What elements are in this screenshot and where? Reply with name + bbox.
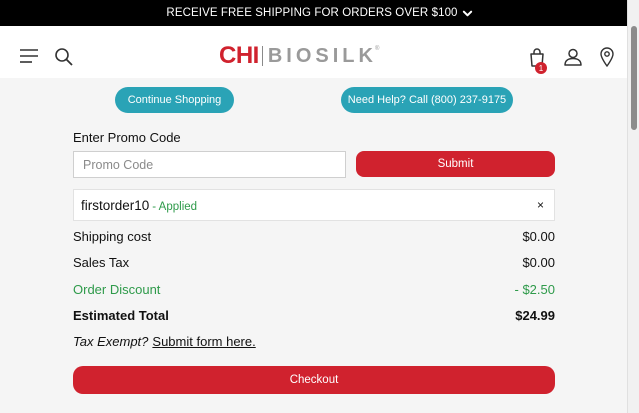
brand-logo[interactable]: CHI BIOSILK ®: [219, 42, 379, 70]
order-discount-value: - $2.50: [514, 282, 555, 297]
logo-reg-mark: ®: [374, 46, 380, 52]
search-icon: [55, 48, 73, 66]
search-button[interactable]: [54, 47, 74, 67]
continue-shopping-button[interactable]: Continue Shopping: [115, 87, 234, 113]
logo-divider: [261, 46, 263, 66]
shipping-cost-value: $0.00: [522, 229, 555, 244]
estimated-total-label: Estimated Total: [73, 308, 169, 323]
checkout-button[interactable]: Checkout: [73, 366, 555, 394]
sales-tax-label: Sales Tax: [73, 255, 130, 270]
promo-code-label: Enter Promo Code: [73, 130, 181, 145]
menu-icon: [20, 49, 38, 63]
scrollbar-thumb[interactable]: [631, 26, 637, 130]
chevron-down-icon: [462, 10, 472, 16]
cart-count-badge: 1: [535, 62, 547, 74]
applied-promo: firstorder10- Applied ×: [73, 189, 555, 221]
applied-status: - Applied: [152, 201, 198, 213]
promo-submit-button[interactable]: Submit: [356, 151, 555, 177]
logo-chi: CHI: [219, 42, 259, 69]
store-locator-button[interactable]: [600, 47, 614, 67]
remove-promo-close-icon[interactable]: ×: [537, 198, 544, 212]
order-discount-label: Order Discount: [73, 282, 161, 297]
promo-banner[interactable]: RECEIVE FREE SHIPPING FOR ORDERS OVER $1…: [0, 0, 639, 26]
promo-code-input[interactable]: [73, 151, 346, 178]
sales-tax-value: $0.00: [522, 255, 555, 270]
location-icon: [600, 47, 614, 67]
tax-exempt-prefix: Tax Exempt?: [73, 334, 149, 349]
applied-promo-code-line: firstorder10- Applied: [81, 198, 197, 213]
site-header: CHI BIOSILK ®: [0, 26, 627, 78]
banner-text: RECEIVE FREE SHIPPING FOR ORDERS OVER $1…: [166, 7, 458, 19]
tax-exempt-form-link[interactable]: Submit form here.: [152, 334, 255, 349]
need-help-button[interactable]: Need Help? Call (800) 237-9175: [341, 87, 513, 113]
tax-exempt-line: Tax Exempt? Submit form here.: [73, 334, 256, 349]
logo-biosilk: BIOSILK: [267, 44, 377, 67]
page-scrollbar[interactable]: [627, 0, 639, 413]
estimated-total-value: $24.99: [515, 308, 555, 323]
account-button[interactable]: [563, 48, 583, 66]
account-icon: [564, 48, 582, 66]
shipping-cost-label: Shipping cost: [73, 229, 152, 244]
applied-promo-code: firstorder10: [81, 198, 150, 213]
menu-button[interactable]: [19, 48, 39, 64]
